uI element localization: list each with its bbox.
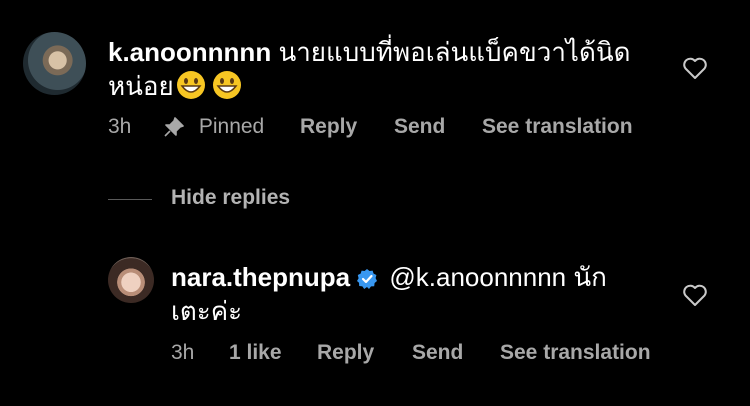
comment-text-line1: นายแบบที่พอเล่นแบ็คขวาได้นิด [278,37,631,67]
likes-count-button[interactable]: 1 like [229,341,282,365]
hide-replies-button[interactable]: Hide replies [171,186,290,210]
avatar[interactable] [23,32,86,95]
mention-link[interactable]: @k.anoonnnnn [389,262,566,292]
reply-text-line2: เตะค่ะ [171,296,243,326]
send-button[interactable]: Send [394,115,445,139]
comment-username[interactable]: k.anoonnnnn [108,37,271,67]
reply-body: nara.thepnupa @k.anoonnnnn นัก เตะค่ะ [171,260,671,328]
send-button[interactable]: Send [412,341,463,365]
timestamp: 3h [171,341,195,364]
heart-icon[interactable] [682,283,708,307]
see-translation-button[interactable]: See translation [482,115,633,139]
heart-icon[interactable] [682,56,708,80]
reply-text-line1: นัก [573,262,607,292]
reply-actions: 3h 1 like Reply Send See translation [0,341,750,367]
thread-divider [108,199,152,200]
reply-button[interactable]: Reply [300,115,357,139]
comment-text-line2: หน่อย [108,71,174,101]
grinning-face-emoji-icon [176,71,205,99]
avatar[interactable] [108,257,154,303]
pinned-label: Pinned [198,115,265,138]
see-translation-button[interactable]: See translation [500,341,651,365]
pinned-indicator: Pinned [163,115,264,139]
comment-body: k.anoonnnnn นายแบบที่พอเล่นแบ็คขวาได้นิด… [108,35,668,103]
pin-icon [164,117,184,138]
reply-username[interactable]: nara.thepnupa [171,262,350,292]
reply-button[interactable]: Reply [317,341,374,365]
comment-actions: 3h Pinned Reply Send See translation [0,115,750,141]
timestamp: 3h [108,115,132,138]
grinning-face-emoji-icon [212,71,241,99]
verified-badge-icon [357,269,378,290]
